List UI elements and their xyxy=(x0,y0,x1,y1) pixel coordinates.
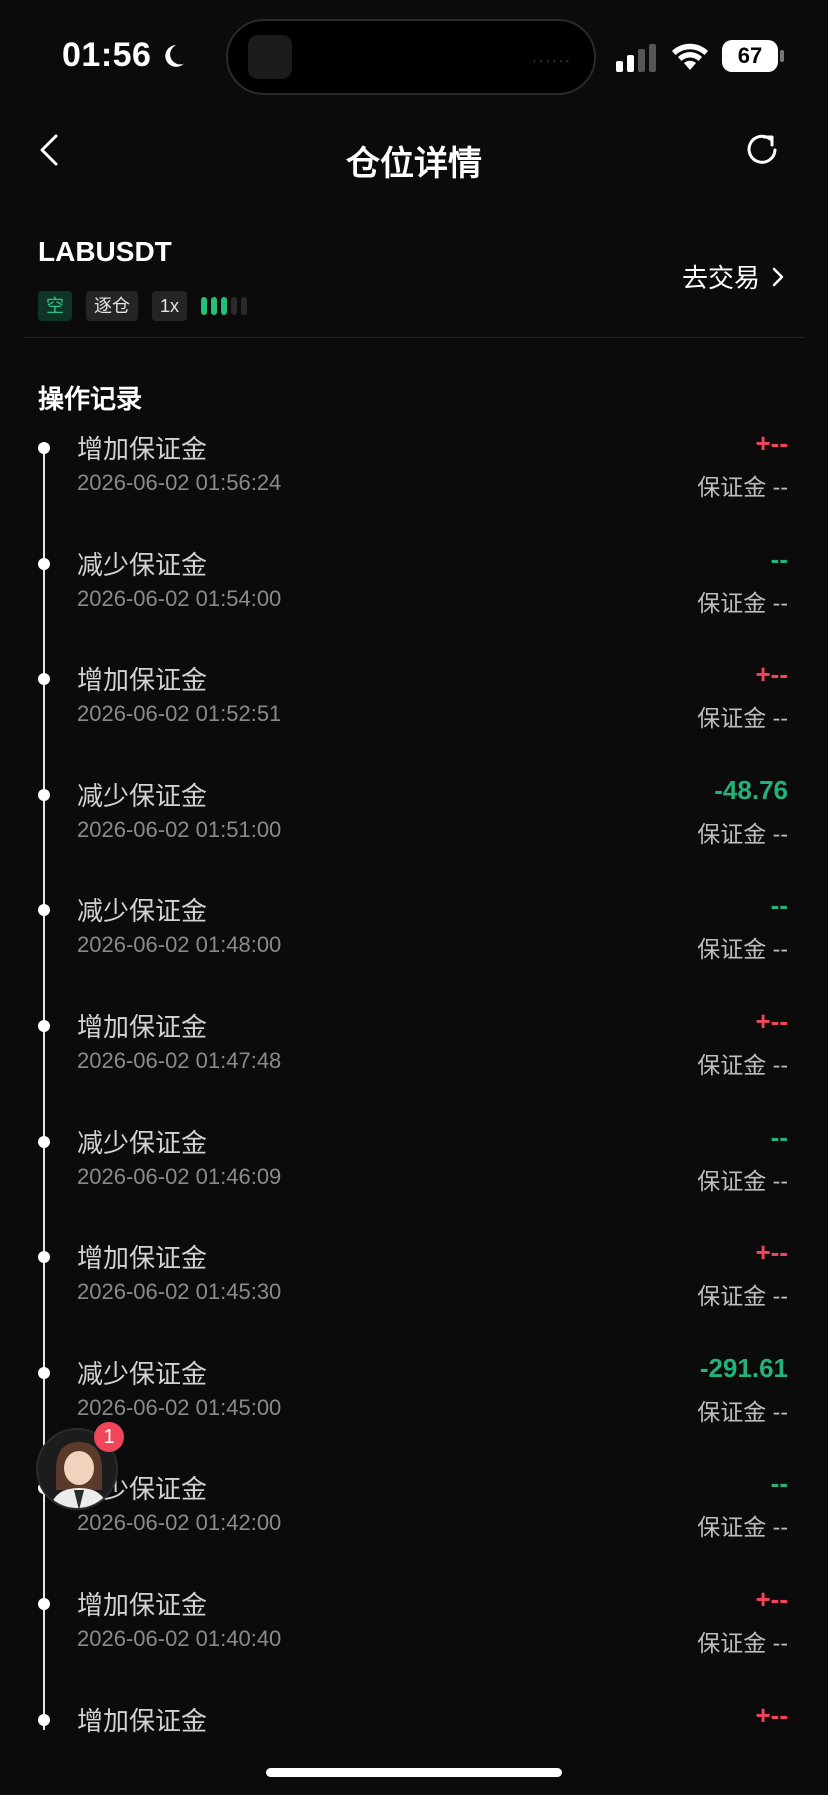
record-row: 减少保证金 2026-06-02 01:46:09 -- 保证金 -- xyxy=(0,1120,828,1236)
record-row: 减少保证金 2026-06-02 01:45:00 -291.61 保证金 -- xyxy=(0,1351,828,1467)
record-time: 2026-06-02 01:40:40 xyxy=(77,1625,282,1651)
record-margin: 保证金 -- xyxy=(697,1167,788,1194)
record-time: 2026-06-02 01:56:24 xyxy=(77,470,282,495)
record-amount: -- xyxy=(770,1121,788,1152)
timeline-dot xyxy=(38,788,50,801)
nav-bar: 仓位详情 xyxy=(0,112,828,204)
record-action: 减少保证金 xyxy=(77,549,208,580)
record-action: 增加保证金 xyxy=(77,1589,208,1620)
records-list: 增加保证金 2026-06-02 01:56:24 +-- 保证金 -- 减少保… xyxy=(0,426,828,1795)
record-action: 减少保证金 xyxy=(77,896,208,927)
record-amount: +-- xyxy=(755,1237,789,1268)
record-time: 2026-06-02 01:48:00 xyxy=(77,932,282,958)
go-trade-link[interactable]: 去交易 xyxy=(682,258,786,295)
record-row: 减少保证金 2026-06-02 01:51:00 -48.76 保证金 -- xyxy=(0,773,828,889)
record-time: 2026-06-02 01:47:48 xyxy=(77,1047,282,1073)
record-action: 增加保证金 xyxy=(77,434,208,464)
timeline-dot xyxy=(38,1251,50,1264)
record-time: 2026-06-02 01:46:09 xyxy=(77,1163,282,1189)
record-action: 减少保证金 xyxy=(77,1358,208,1389)
record-action: 增加保证金 xyxy=(77,665,208,696)
record-time: 2026-06-02 01:45:30 xyxy=(77,1279,282,1305)
record-amount: -48.76 xyxy=(714,774,788,805)
record-action: 增加保证金 xyxy=(77,1705,208,1736)
record-row: 增加保证金 2026-06-02 01:45:30 +-- 保证金 -- xyxy=(0,1235,828,1351)
leverage-tag: 1x xyxy=(152,291,188,321)
record-amount: +-- xyxy=(755,659,789,690)
record-action: 增加保证金 xyxy=(77,1011,208,1042)
moon-icon xyxy=(165,45,184,67)
timeline-dot xyxy=(38,1135,50,1148)
timeline-dot xyxy=(38,1597,50,1610)
record-row: 增加保证金 2026-06-02 01:47:48 +-- 保证金 -- xyxy=(0,1004,828,1120)
record-action: 增加保证金 xyxy=(77,1243,208,1274)
status-time: 01:56 xyxy=(62,36,152,74)
refresh-icon[interactable] xyxy=(742,130,782,170)
notification-badge: 1 xyxy=(94,1422,124,1452)
go-trade-label: 去交易 xyxy=(681,263,760,293)
margin-mode-tag: 逐仓 xyxy=(86,291,138,321)
record-amount: +-- xyxy=(755,1005,789,1036)
record-row: 减少保证金 2026-06-02 01:54:00 -- 保证金 -- xyxy=(0,542,828,658)
record-time: 2026-06-02 01:52:51 xyxy=(77,701,282,727)
cellular-signal-icon xyxy=(616,44,656,72)
record-margin: 保证金 -- xyxy=(697,705,788,732)
timeline-dot xyxy=(38,1713,50,1726)
record-amount: -- xyxy=(770,543,788,574)
record-row: 增加保证金 +-- xyxy=(0,1698,828,1795)
record-margin: 保证金 -- xyxy=(697,474,788,500)
records-title: 操作记录 xyxy=(38,384,143,414)
timeline-dot xyxy=(38,673,50,686)
record-margin: 保证金 -- xyxy=(697,589,788,616)
record-row: 增加保证金 2026-06-02 01:52:51 +-- 保证金 -- xyxy=(0,657,828,773)
record-row: 减少保证金 2026-06-02 01:48:00 -- 保证金 -- xyxy=(0,888,828,1004)
page-title: 仓位详情 xyxy=(346,145,482,183)
record-time: 2026-06-02 01:54:00 xyxy=(77,585,282,611)
position-tags: 空 逐仓 1x xyxy=(38,291,248,321)
divider xyxy=(24,337,804,338)
home-indicator xyxy=(266,1768,562,1777)
record-amount: +-- xyxy=(755,1583,789,1614)
position-symbol: LABUSDT xyxy=(38,236,172,267)
record-time: 2026-06-02 01:42:00 xyxy=(77,1510,282,1536)
timeline-dot xyxy=(38,1366,50,1379)
risk-level-bars xyxy=(201,297,248,315)
record-amount: +-- xyxy=(755,1699,789,1730)
timeline-dot xyxy=(38,904,50,917)
record-margin: 保证金 -- xyxy=(697,1398,788,1425)
camera-icon xyxy=(248,35,292,79)
record-amount: -- xyxy=(770,890,788,921)
record-amount: -- xyxy=(770,1468,788,1499)
record-action: 减少保证金 xyxy=(77,780,208,811)
side-tag: 空 xyxy=(38,291,72,321)
record-time: 2026-06-02 01:45:00 xyxy=(77,1394,282,1420)
record-amount: -291.61 xyxy=(699,1352,788,1383)
record-amount: +-- xyxy=(755,428,789,458)
record-margin: 保证金 -- xyxy=(697,1283,788,1310)
record-row: 增加保证金 2026-06-02 01:56:24 +-- 保证金 -- xyxy=(0,426,828,542)
record-row: 减少保证金 2026-06-02 01:42:00 -- 保证金 -- xyxy=(0,1466,828,1582)
record-time: 2026-06-02 01:51:00 xyxy=(77,816,282,842)
island-dots: ······ xyxy=(532,52,572,68)
dynamic-island: ······ xyxy=(226,19,596,95)
record-margin: 保证金 -- xyxy=(697,820,788,847)
record-action: 减少保证金 xyxy=(77,1127,208,1158)
record-margin: 保证金 -- xyxy=(697,936,788,963)
timeline-dot xyxy=(38,442,50,454)
chevron-right-icon xyxy=(772,267,784,286)
battery-level: 67 xyxy=(722,40,778,72)
status-bar: 01:56 ······ 67 xyxy=(0,0,828,112)
timeline-dot xyxy=(38,1019,50,1032)
timeline-dot xyxy=(38,557,50,570)
wifi-icon xyxy=(672,43,708,70)
record-margin: 保证金 -- xyxy=(697,1051,788,1078)
record-margin: 保证金 -- xyxy=(697,1514,788,1541)
record-margin: 保证金 -- xyxy=(697,1629,788,1656)
battery-icon: 67 xyxy=(722,40,784,72)
record-row: 增加保证金 2026-06-02 01:40:40 +-- 保证金 -- xyxy=(0,1582,828,1698)
battery-tip xyxy=(780,50,784,62)
